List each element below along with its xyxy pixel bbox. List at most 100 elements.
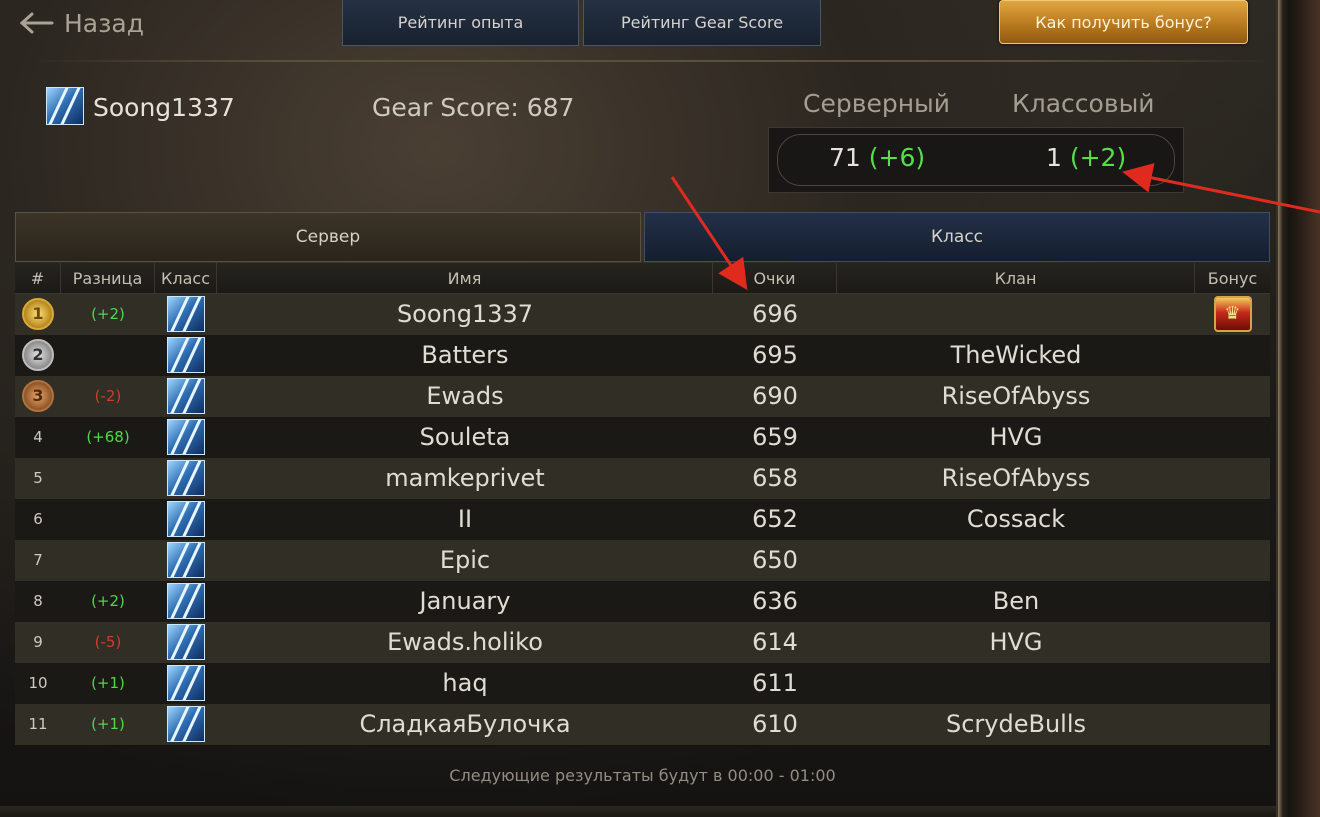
class-icon	[167, 665, 205, 701]
points-cell: 658	[752, 464, 798, 492]
class-icon	[167, 419, 205, 455]
header-points[interactable]: Очки	[713, 263, 837, 294]
player-name-cell[interactable]: Soong1337	[217, 294, 713, 335]
player-name-cell[interactable]: mamkeprivet	[217, 458, 713, 499]
rank-medal-icon: 1	[15, 294, 61, 335]
clan-cell[interactable]: Ben	[837, 581, 1195, 622]
table-row[interactable]: 3 (-2) Ewads 690 RiseOfAbyss	[15, 376, 1270, 417]
player-name-cell[interactable]: СладкаяБулочка	[217, 704, 713, 745]
server-rank-number: 71	[829, 143, 861, 172]
player-name-cell[interactable]: Ewads	[217, 376, 713, 417]
class-cell	[155, 458, 217, 499]
next-results-note: Следующие результаты будут в 00:00 - 01:…	[449, 766, 836, 785]
server-rank-label: Серверный	[803, 89, 951, 118]
class-cell	[155, 417, 217, 458]
rank-number: 11	[28, 715, 48, 733]
points-cell: 695	[752, 341, 798, 369]
table-row[interactable]: 4 (+68) Souleta 659 HVG	[15, 417, 1270, 458]
server-rank-delta: (+6)	[868, 143, 926, 172]
rank-diff: (-2)	[94, 387, 122, 405]
rank-diff: (+2)	[91, 592, 125, 610]
bonus-cell	[1195, 663, 1270, 704]
class-cell	[155, 335, 217, 376]
header-clan[interactable]: Клан	[837, 263, 1195, 294]
rank-diff: (+2)	[91, 305, 125, 323]
table-row[interactable]: 7 Epic 650	[15, 540, 1270, 581]
frame-edge	[1278, 0, 1282, 817]
class-rank-delta: (+2)	[1069, 143, 1127, 172]
class-icon	[167, 706, 205, 742]
player-name-cell[interactable]: Souleta	[217, 417, 713, 458]
class-icon	[167, 378, 205, 414]
player-name-cell[interactable]: haq	[217, 663, 713, 704]
points-cell: 610	[752, 710, 798, 738]
player-name-cell[interactable]: II	[217, 499, 713, 540]
player-class-icon	[46, 87, 84, 125]
points-cell: 636	[752, 587, 798, 615]
clan-cell[interactable]: ScrydeBulls	[837, 704, 1195, 745]
table-row[interactable]: 9 (-5) Ewads.holiko 614 HVG	[15, 622, 1270, 663]
rank-medal-icon: 3	[15, 376, 61, 417]
header-bonus[interactable]: Бонус	[1195, 263, 1270, 294]
bonus-chest-icon[interactable]	[1213, 296, 1252, 332]
class-icon	[167, 460, 205, 496]
class-icon	[167, 624, 205, 660]
class-icon	[167, 583, 205, 619]
header-diff[interactable]: Разница	[61, 263, 155, 294]
clan-cell[interactable]: TheWicked	[837, 335, 1195, 376]
back-label: Назад	[64, 8, 145, 38]
player-name-cell[interactable]: January	[217, 581, 713, 622]
table-row[interactable]: 1 (+2) Soong1337 696	[15, 294, 1270, 335]
player-name-cell[interactable]: Ewads.holiko	[217, 622, 713, 663]
rank-number: 9	[33, 633, 43, 651]
bonus-cell	[1195, 417, 1270, 458]
bonus-cell	[1195, 376, 1270, 417]
class-cell	[155, 581, 217, 622]
back-button[interactable]: Назад	[20, 6, 144, 40]
rank-diff	[61, 499, 155, 540]
clan-cell[interactable]: RiseOfAbyss	[837, 376, 1195, 417]
gear-score: Gear Score: 687	[372, 93, 575, 122]
points-cell: 611	[752, 669, 798, 697]
clan-cell[interactable]	[837, 294, 1195, 335]
header-class[interactable]: Класс	[155, 263, 217, 294]
how-to-get-bonus-button[interactable]: Как получить бонус?	[999, 0, 1248, 44]
rank-number: 8	[33, 592, 43, 610]
tab-class[interactable]: Класс	[644, 212, 1270, 262]
rank-diff: (+68)	[86, 428, 130, 446]
class-rank-number: 1	[1046, 143, 1062, 172]
bonus-cell	[1195, 499, 1270, 540]
clan-cell[interactable]: RiseOfAbyss	[837, 458, 1195, 499]
header-num[interactable]: #	[15, 263, 61, 294]
table-row[interactable]: 2 Batters 695 TheWicked	[15, 335, 1270, 376]
clan-cell[interactable]	[837, 540, 1195, 581]
clan-cell[interactable]: Cossack	[837, 499, 1195, 540]
table-row[interactable]: 10 (+1) haq 611	[15, 663, 1270, 704]
class-cell	[155, 499, 217, 540]
bonus-cell	[1195, 581, 1270, 622]
rank-number: 10	[28, 674, 48, 692]
header-name[interactable]: Имя	[217, 263, 713, 294]
clan-cell[interactable]: HVG	[837, 417, 1195, 458]
points-cell: 614	[752, 628, 798, 656]
tab-gearscore-rating[interactable]: Рейтинг Gear Score	[583, 0, 821, 46]
game-frame-right	[1276, 0, 1320, 817]
clan-cell[interactable]	[837, 663, 1195, 704]
points-cell: 696	[752, 300, 798, 328]
bonus-cell	[1195, 294, 1270, 335]
table-row[interactable]: 8 (+2) January 636 Ben	[15, 581, 1270, 622]
game-frame-bottom	[0, 806, 1276, 817]
clan-cell[interactable]: HVG	[837, 622, 1195, 663]
table-row[interactable]: 5 mamkeprivet 658 RiseOfAbyss	[15, 458, 1270, 499]
player-name-cell[interactable]: Epic	[217, 540, 713, 581]
table-row[interactable]: 11 (+1) СладкаяБулочка 610 ScrydeBulls	[15, 704, 1270, 745]
rank-diff	[61, 458, 155, 499]
table-row[interactable]: 6 II 652 Cossack	[15, 499, 1270, 540]
tab-experience-rating[interactable]: Рейтинг опыта	[342, 0, 579, 46]
rank-medal-icon: 2	[15, 335, 61, 376]
class-rank-value: 1 (+2)	[1046, 143, 1126, 172]
ranking-table: # Разница Класс Имя Очки Клан Бонус 1 (+2…	[15, 263, 1270, 747]
arrow-left-icon	[20, 12, 54, 34]
player-name-cell[interactable]: Batters	[217, 335, 713, 376]
tab-server[interactable]: Сервер	[15, 212, 641, 262]
